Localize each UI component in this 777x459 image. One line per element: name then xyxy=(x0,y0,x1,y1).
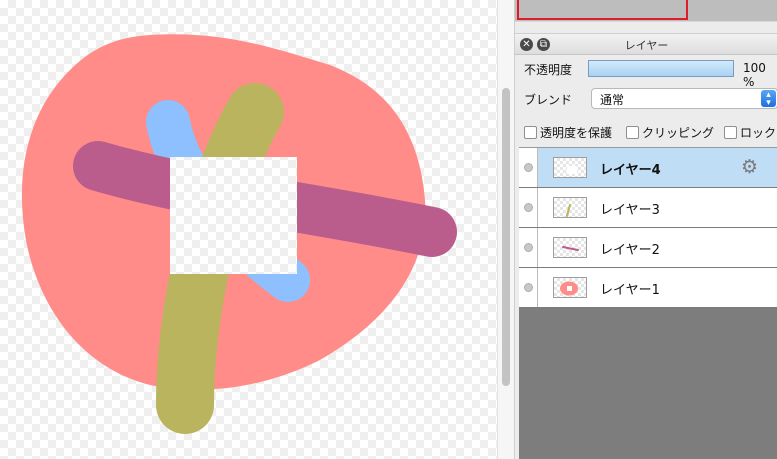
clipping-label: クリッピング xyxy=(642,126,715,140)
layer-thumbnail xyxy=(553,157,587,178)
opacity-label: 不透明度 xyxy=(524,63,573,77)
layer-name: レイヤー4 xyxy=(600,163,661,178)
layer-row-3[interactable]: レイヤー3 xyxy=(519,188,777,228)
blend-label: ブレンド xyxy=(524,93,573,107)
layer-row-1[interactable]: レイヤー1 xyxy=(519,268,777,308)
layer-thumbnail xyxy=(553,197,587,218)
panel-title: レイヤー xyxy=(624,39,669,52)
checkbox-box[interactable] xyxy=(524,126,537,139)
opacity-fill xyxy=(589,61,733,76)
lock-label: ロック xyxy=(740,126,777,140)
visibility-dot-icon xyxy=(524,163,533,172)
layer-name: レイヤー1 xyxy=(600,283,660,298)
blend-mode-value: 通常 xyxy=(600,93,625,107)
clipping-checkbox[interactable]: クリッピング xyxy=(626,124,714,140)
navigator-preview[interactable] xyxy=(515,0,777,22)
opacity-slider[interactable] xyxy=(588,60,734,77)
opacity-value: 100 % xyxy=(743,61,766,89)
checkbox-box[interactable] xyxy=(724,126,737,139)
layer-row-4[interactable]: レイヤー4 ⚙ xyxy=(519,148,777,188)
selection-square xyxy=(170,157,297,274)
panel-titlebar: ✕ ⧉ レイヤー xyxy=(515,33,777,55)
visibility-toggle[interactable] xyxy=(519,188,538,227)
visibility-toggle[interactable] xyxy=(519,148,538,187)
layer-name: レイヤー3 xyxy=(600,203,660,218)
layer-name: レイヤー2 xyxy=(600,243,660,258)
gear-icon[interactable]: ⚙ xyxy=(741,158,758,177)
layer-thumbnail xyxy=(553,277,587,298)
layer-list: レイヤー4 ⚙ レイヤー3 レイヤー2 レイヤー1 xyxy=(519,147,777,459)
layer-row-2[interactable]: レイヤー2 xyxy=(519,228,777,268)
app-window: ✕ ⧉ レイヤー 不透明度 100 % ブレンド 通常 ▴ ▾ 透明度を保護 クリ… xyxy=(0,0,777,459)
protect-transparency-label: 透明度を保護 xyxy=(540,126,613,140)
navigator-view-frame[interactable] xyxy=(517,0,688,20)
visibility-dot-icon xyxy=(524,203,533,212)
drawing-canvas[interactable] xyxy=(0,0,497,459)
visibility-dot-icon xyxy=(524,283,533,292)
scrollbar-thumb[interactable] xyxy=(502,88,510,386)
canvas-scrollbar[interactable] xyxy=(497,0,514,459)
layer-panel: ✕ ⧉ レイヤー 不透明度 100 % ブレンド 通常 ▴ ▾ 透明度を保護 クリ… xyxy=(514,0,777,459)
artwork xyxy=(21,34,457,434)
visibility-toggle[interactable] xyxy=(519,268,538,307)
visibility-toggle[interactable] xyxy=(519,228,538,267)
blend-mode-select[interactable]: 通常 ▴ ▾ xyxy=(591,88,777,109)
updown-chevron-icon: ▴ ▾ xyxy=(761,90,776,108)
visibility-dot-icon xyxy=(524,243,533,252)
checkbox-box[interactable] xyxy=(626,126,639,139)
lock-checkbox[interactable]: ロック xyxy=(724,124,776,140)
protect-transparency-checkbox[interactable]: 透明度を保護 xyxy=(524,124,612,140)
layer-thumbnail xyxy=(553,237,587,258)
